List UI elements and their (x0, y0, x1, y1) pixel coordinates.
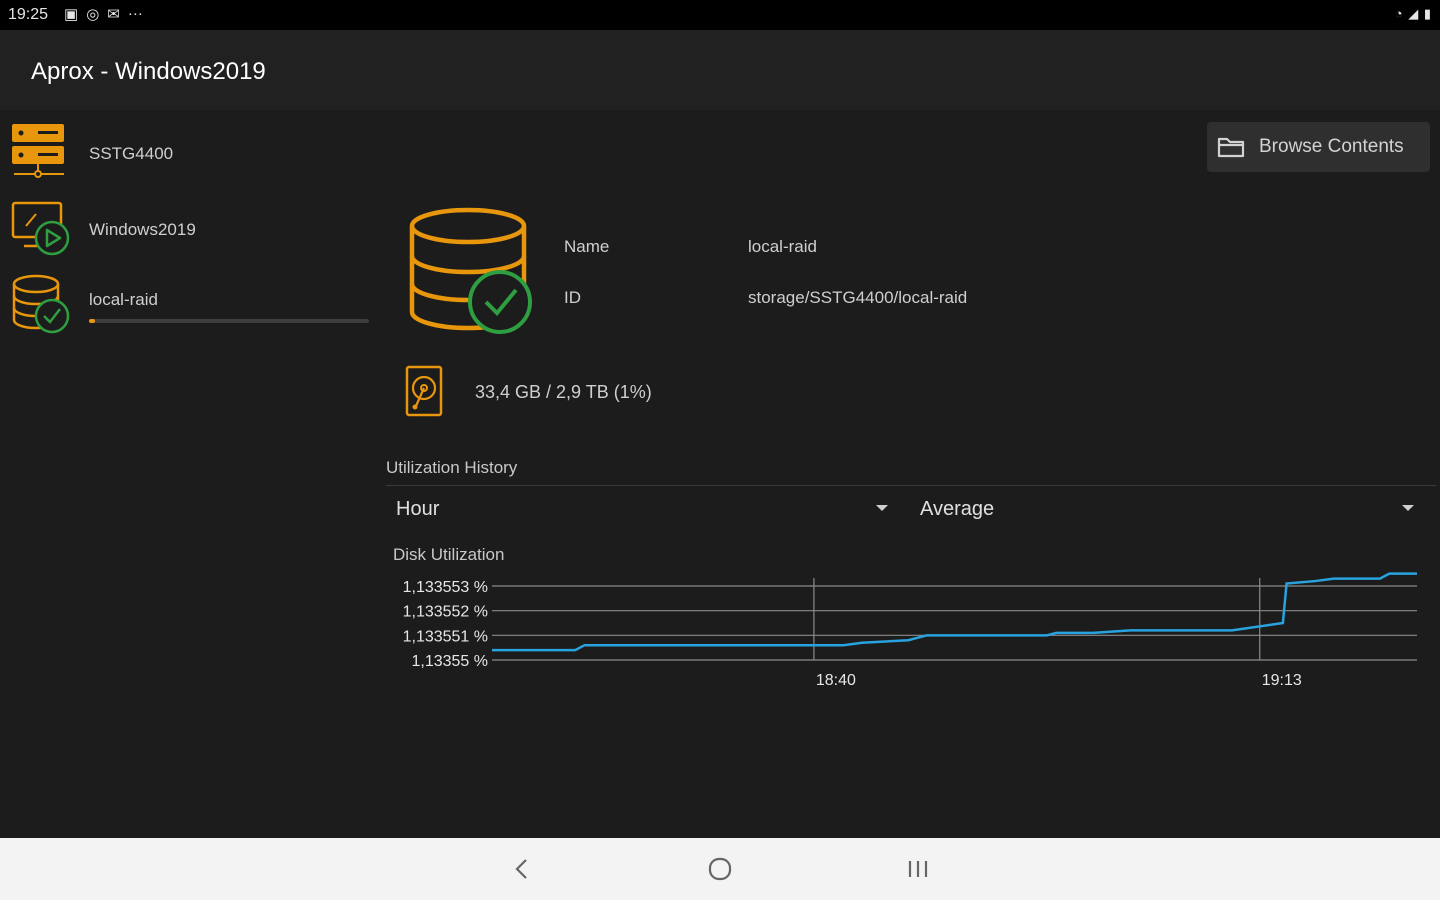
navigation-bar (0, 838, 1440, 900)
sidebar: SSTG4400 Windows2019 local-raid (0, 110, 380, 838)
sidebar-item-sstg4400[interactable]: SSTG4400 (0, 114, 380, 184)
chart-title: Disk Utilization (393, 545, 505, 564)
recents-nav-button[interactable] (904, 854, 932, 889)
section-divider (386, 485, 1436, 486)
folder-icon (1217, 135, 1245, 165)
y-tick-label: 1,133551 % (403, 628, 488, 645)
status-time: 19:25 (8, 6, 49, 23)
x-tick-label: 19:13 (1262, 672, 1302, 689)
storage-usage-fill (89, 319, 95, 323)
storage-usage-text: 33,4 GB / 2,9 TB (1%) (475, 382, 652, 402)
home-nav-button[interactable] (706, 854, 734, 889)
hard-disk-icon (404, 364, 444, 423)
sidebar-item-label: local-raid (89, 290, 158, 309)
app-bar: Aprox - Windows2019 (0, 30, 1440, 110)
timeframe-value: Hour (396, 498, 440, 520)
server-icon (10, 122, 68, 183)
image-icon: ▣ (64, 6, 79, 23)
storage-status-icon (406, 204, 538, 343)
sidebar-item-local-raid[interactable]: local-raid (0, 260, 380, 340)
browse-contents-button[interactable]: Browse Contents (1207, 122, 1430, 172)
battery-icon: ▮ (1423, 6, 1432, 21)
id-label: ID (564, 288, 581, 307)
y-tick-label: 1,13355 % (411, 653, 488, 670)
mail-icon: ✉ (107, 6, 120, 23)
x-tick-label: 18:40 (816, 672, 856, 689)
utilization-history-title: Utilization History (386, 458, 518, 477)
y-tick-label: 1,133552 % (403, 604, 488, 621)
name-label: Name (564, 237, 610, 256)
series-line (492, 572, 1417, 652)
wifi-icon: ◔ (1394, 6, 1404, 21)
id-value: storage/SSTG4400/local-raid (748, 288, 968, 307)
storage-ok-icon (10, 274, 72, 341)
sidebar-item-windows2019[interactable]: Windows2019 (0, 190, 380, 260)
name-value: local-raid (748, 237, 817, 256)
y-tick-label: 1,133553 % (403, 579, 488, 596)
chevron-down-icon (1402, 505, 1414, 511)
page-title: Aprox - Windows2019 (31, 58, 266, 85)
status-bar: 19:25 ▣ ◎ ✉ ··· ◔ ◢ ▮ (0, 0, 1440, 30)
disk-utilization-chart: 1,133553 % 1,133552 % 1,133551 % 1,13355 % 1… (403, 572, 1417, 689)
browse-contents-label: Browse Contents (1259, 136, 1404, 157)
chevron-down-icon (876, 505, 888, 511)
signal-icon: ◢ (1408, 6, 1420, 21)
sidebar-item-label: Windows2019 (89, 220, 196, 239)
back-nav-button[interactable] (508, 854, 536, 889)
more-icon: ··· (127, 5, 143, 22)
timeframe-select[interactable]: Hour (386, 492, 894, 528)
aggregation-value: Average (920, 498, 995, 520)
vm-running-icon (10, 200, 72, 267)
aggregation-select[interactable]: Average (910, 492, 1420, 528)
storage-usage-bar (89, 319, 369, 323)
sidebar-item-label: SSTG4400 (89, 144, 174, 163)
sync-icon: ◎ (86, 6, 100, 23)
